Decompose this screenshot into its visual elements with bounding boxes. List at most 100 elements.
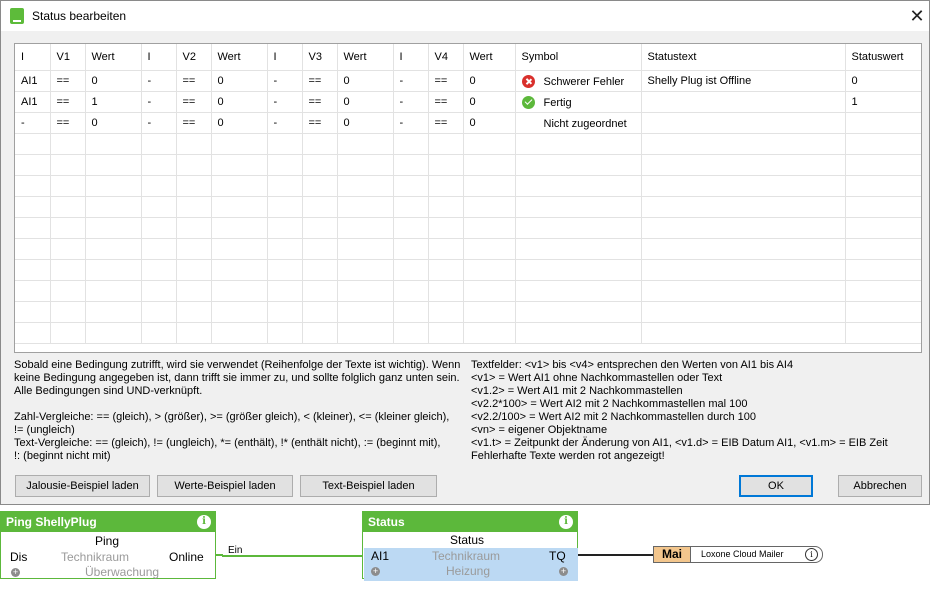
help-line: <v2.2*100> = Wert AI2 mit 2 Nachkommaste…	[471, 398, 748, 410]
status-output-tq[interactable]: TQ	[549, 549, 566, 563]
table-cell[interactable]: 0	[85, 70, 142, 92]
table-cell[interactable]: 0	[211, 112, 268, 134]
table-cell[interactable]: 0	[337, 112, 394, 134]
empty-row[interactable]	[15, 217, 921, 239]
table-cell[interactable]: 0	[337, 70, 394, 92]
table-cell[interactable]: 0	[463, 70, 516, 92]
table-cell[interactable]: -	[141, 91, 177, 113]
ping-block[interactable]: Ping ShellyPlug i Ping Dis Technikraum O…	[0, 511, 216, 579]
table-cell[interactable]: 0	[463, 112, 516, 134]
table-cell[interactable]: -	[141, 70, 177, 92]
empty-row[interactable]	[15, 280, 921, 302]
empty-row[interactable]	[15, 259, 921, 281]
table-cell[interactable]: -	[267, 112, 303, 134]
table-cell[interactable]: ==	[176, 112, 212, 134]
ping-block-title: Ping ShellyPlug	[6, 515, 97, 529]
table-cell[interactable]: 0	[845, 70, 921, 92]
table-cell[interactable]: ==	[176, 91, 212, 113]
close-icon[interactable]: ✕	[905, 5, 929, 27]
table-cell[interactable]: ==	[50, 91, 86, 113]
table-cell[interactable]: -	[393, 112, 429, 134]
table-cell[interactable]: ==	[428, 112, 464, 134]
column-header[interactable]: Symbol	[515, 44, 642, 71]
empty-row[interactable]	[15, 154, 921, 176]
help-line: <v2.2/100> = Wert AI2 mit 2 Nachkommaste…	[471, 411, 757, 423]
table-cell[interactable]: ==	[428, 70, 464, 92]
column-header[interactable]: Wert	[463, 44, 516, 71]
column-header[interactable]: I	[267, 44, 303, 71]
table-cell[interactable]: Schwerer Fehler	[515, 70, 642, 92]
column-header[interactable]: Statustext	[641, 44, 846, 71]
table-row[interactable]: - == 0- == 0- == 0- == 0 Nicht zugeordnet	[15, 112, 921, 134]
table-cell[interactable]: ==	[50, 70, 86, 92]
table-cell[interactable]: Shelly Plug ist Offline	[641, 70, 846, 92]
load-jalousie-example-button[interactable]: Jalousie-Beispiel laden	[15, 475, 150, 497]
info-icon[interactable]: i	[197, 515, 211, 529]
empty-row[interactable]	[15, 133, 921, 155]
column-header[interactable]: Wert	[85, 44, 142, 71]
table-cell[interactable]: 0	[85, 112, 142, 134]
table-cell[interactable]: 0	[211, 70, 268, 92]
table-cell[interactable]: -	[141, 112, 177, 134]
table-cell[interactable]	[641, 91, 846, 113]
table-cell[interactable]: -	[393, 91, 429, 113]
empty-row[interactable]	[15, 196, 921, 218]
table-cell[interactable]: ==	[176, 70, 212, 92]
load-values-example-button[interactable]: Werte-Beispiel laden	[157, 475, 293, 497]
table-row[interactable]: AI1 == 0- == 0- == 0- == 0 Schwerer Fehler Shelly …	[15, 70, 921, 92]
table-cell[interactable]: Fertig	[515, 91, 642, 113]
table-cell[interactable]: ==	[428, 91, 464, 113]
cancel-button[interactable]: Abbrechen	[838, 475, 922, 497]
info-icon[interactable]: i	[559, 515, 573, 529]
info-icon[interactable]: i	[805, 548, 818, 561]
table-cell[interactable]: 0	[211, 91, 268, 113]
column-header[interactable]: V3	[302, 44, 338, 71]
table-cell[interactable]: -	[267, 91, 303, 113]
table-cell[interactable]	[845, 112, 921, 134]
empty-row[interactable]	[15, 175, 921, 197]
empty-row[interactable]	[15, 238, 921, 260]
add-icon[interactable]: +	[559, 567, 568, 576]
ping-output-online[interactable]: Online	[169, 550, 204, 564]
table-cell[interactable]: -	[267, 70, 303, 92]
column-header[interactable]: I	[15, 44, 51, 71]
ok-button[interactable]: OK	[739, 475, 813, 497]
table-cell[interactable]: 0	[337, 91, 394, 113]
column-header[interactable]: V2	[176, 44, 212, 71]
empty-row[interactable]	[15, 322, 921, 344]
table-cell[interactable]: 1	[85, 91, 142, 113]
column-header[interactable]: Wert	[337, 44, 394, 71]
table-cell[interactable]	[641, 112, 846, 134]
column-header[interactable]: V1	[50, 44, 86, 71]
table-cell[interactable]: ==	[302, 70, 338, 92]
status-grid[interactable]: I V1 Wert I V2 Wert I V3 Wert I V4 Wert Symbol Status…	[14, 43, 922, 353]
table-cell[interactable]: AI1	[15, 91, 51, 113]
load-text-example-button[interactable]: Text-Beispiel laden	[300, 475, 437, 497]
table-cell[interactable]: ==	[302, 91, 338, 113]
table-cell[interactable]: ==	[50, 112, 86, 134]
help-line: keine Bedingung angegeben ist, dann trif…	[14, 372, 460, 384]
ping-input-dis[interactable]: Dis	[10, 550, 27, 564]
add-icon[interactable]: +	[371, 567, 380, 576]
table-cell[interactable]: Nicht zugeordnet	[515, 112, 642, 134]
empty-row[interactable]	[15, 301, 921, 323]
table-row[interactable]: AI1 == 1- == 0- == 0- == 0 Fertig 1	[15, 91, 921, 113]
column-header[interactable]: Statuswert	[845, 44, 921, 71]
column-header[interactable]: V4	[428, 44, 464, 71]
add-icon[interactable]: +	[11, 568, 20, 577]
table-cell[interactable]: 0	[463, 91, 516, 113]
cloud-mailer-reference[interactable]: Mai Loxone Cloud Mailer i	[653, 546, 823, 563]
status-input-ai1[interactable]: AI1	[371, 549, 389, 563]
table-cell[interactable]: -	[393, 70, 429, 92]
table-cell[interactable]: AI1	[15, 70, 51, 92]
connection-wire	[578, 554, 654, 556]
column-header[interactable]: I	[141, 44, 177, 71]
column-header[interactable]: I	[393, 44, 429, 71]
column-header[interactable]: Wert	[211, 44, 268, 71]
table-cell[interactable]: ==	[302, 112, 338, 134]
table-cell[interactable]: 1	[845, 91, 921, 113]
title-bar[interactable]: Status bearbeiten ✕	[1, 1, 929, 31]
table-cell[interactable]: -	[15, 112, 51, 134]
check-icon	[521, 95, 535, 109]
status-block[interactable]: Status i Status AI1 Technikraum TQ + Hei…	[362, 511, 578, 581]
